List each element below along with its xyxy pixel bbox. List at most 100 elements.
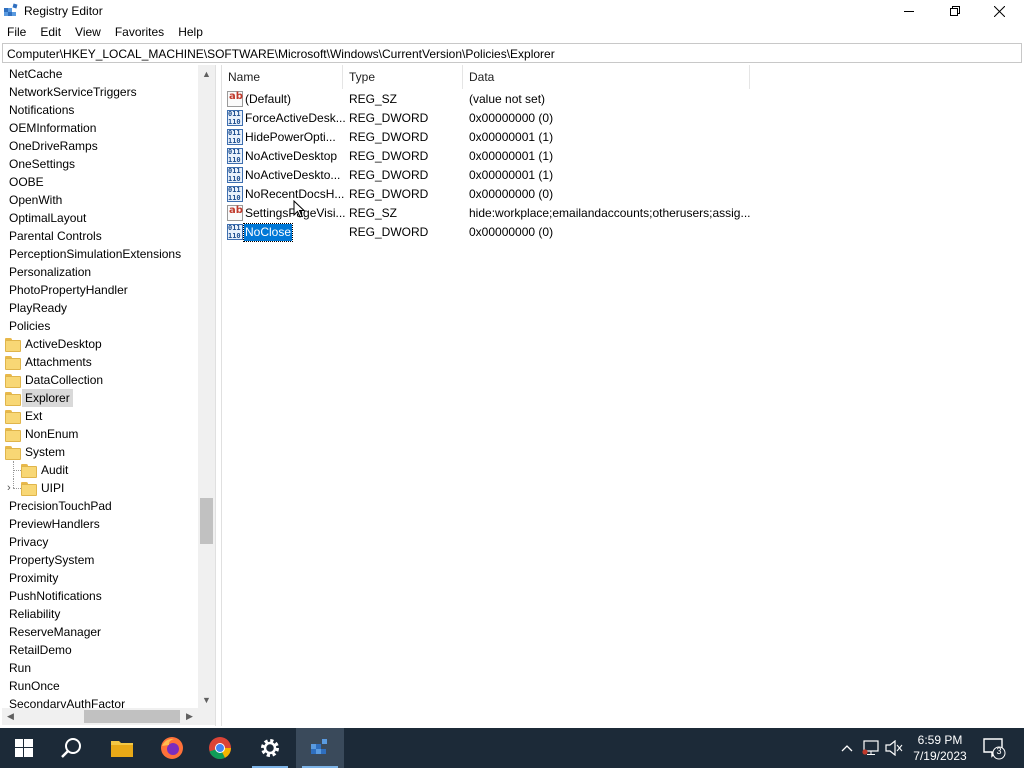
- tree-item[interactable]: Personalization: [2, 263, 198, 281]
- show-hidden-icons-button[interactable]: [838, 728, 856, 768]
- tree-item[interactable]: OpenWith: [2, 191, 198, 209]
- key-tree: NetCache NetworkServiceTriggers Notificati…: [2, 65, 198, 713]
- tree-hscroll-thumb[interactable]: [84, 710, 180, 723]
- column-header-name[interactable]: Name: [222, 65, 343, 89]
- settings-icon: [261, 739, 279, 757]
- menu-favorites[interactable]: Favorites: [108, 22, 171, 42]
- volume-tray-button[interactable]: [884, 728, 904, 768]
- values-pane[interactable]: Name Type Data ab (Default) REG_SZ (value n…: [221, 65, 1022, 726]
- scroll-right-arrow-icon[interactable]: ▶: [181, 708, 198, 725]
- tree-item[interactable]: Run: [2, 659, 198, 677]
- tree-item[interactable]: Policies: [2, 317, 198, 335]
- tree-item[interactable]: PreviewHandlers: [2, 515, 198, 533]
- tree-item[interactable]: PlayReady: [2, 299, 198, 317]
- firefox-button[interactable]: [148, 728, 196, 768]
- key-tree-pane[interactable]: NetCache NetworkServiceTriggers Notificati…: [2, 65, 216, 726]
- tree-item-label: Attachments: [25, 355, 92, 369]
- tree-item[interactable]: Ext: [2, 407, 198, 425]
- start-button[interactable]: [0, 728, 48, 768]
- value-row[interactable]: 011 110 HidePowerOpti... REG_DWORD 0x0000000…: [222, 128, 1022, 147]
- value-type: REG_DWORD: [349, 149, 429, 163]
- tree-item[interactable]: NetworkServiceTriggers: [2, 83, 198, 101]
- tree-item[interactable]: Reliability: [2, 605, 198, 623]
- search-button[interactable]: [48, 728, 96, 768]
- value-row[interactable]: 011 110 NoRecentDocsH... REG_DWORD 0x0000000…: [222, 185, 1022, 204]
- column-header-type[interactable]: Type: [343, 65, 463, 89]
- tree-item[interactable]: NetCache: [2, 65, 198, 83]
- tree-horizontal-scrollbar[interactable]: ◀ ▶: [2, 708, 198, 725]
- value-row[interactable]: abSettingsPageVisi...REG_SZhide:workplac…: [222, 204, 1022, 223]
- tree-item[interactable]: RetailDemo: [2, 641, 198, 659]
- network-tray-button[interactable]: [860, 728, 882, 768]
- value-row[interactable]: ab (Default) REG_SZ (value not set): [222, 90, 1022, 109]
- tree-item[interactable]: PropertySystem: [2, 551, 198, 569]
- folder-icon: [21, 481, 37, 496]
- tree-item[interactable]: PrecisionTouchPad: [2, 497, 198, 515]
- tree-item-label: Reliability: [9, 607, 61, 621]
- tree-item[interactable]: DataCollection: [2, 371, 198, 389]
- action-center-button[interactable]: 3: [982, 736, 1006, 760]
- tree-item-label: Ext: [25, 409, 43, 423]
- value-row[interactable]: 011 110 NoActiveDeskto... REG_DWORD 0x000000…: [222, 166, 1022, 185]
- close-button[interactable]: [976, 0, 1022, 22]
- tree-item[interactable]: OneSettings: [2, 155, 198, 173]
- file-explorer-button[interactable]: [98, 728, 146, 768]
- value-row[interactable]: 011 110 NoClose REG_DWORD 0x00000000 (0): [222, 223, 1022, 242]
- folder-icon: [5, 337, 21, 352]
- tree-item[interactable]: Notifications: [2, 101, 198, 119]
- menu-bar: File Edit View Favorites Help: [0, 22, 1024, 42]
- tree-item[interactable]: Explorer: [2, 389, 198, 407]
- tree-item[interactable]: Proximity: [2, 569, 198, 587]
- tree-item[interactable]: Parental Controls: [2, 227, 198, 245]
- tree-item[interactable]: Privacy: [2, 533, 198, 551]
- registry-editor-taskbar-button[interactable]: [296, 728, 344, 768]
- taskbar-clock[interactable]: 6:59 PM 7/19/2023: [904, 732, 976, 764]
- column-header-data[interactable]: Data: [463, 65, 750, 89]
- mouse-cursor-icon: [293, 200, 305, 218]
- menu-file[interactable]: File: [0, 22, 33, 42]
- menu-view[interactable]: View: [68, 22, 108, 42]
- tree-item[interactable]: OOBE: [2, 173, 198, 191]
- tree-item[interactable]: ReserveManager: [2, 623, 198, 641]
- chevron-right-icon[interactable]: ›: [7, 479, 17, 497]
- value-row[interactable]: 011 110 NoActiveDesktop REG_DWORD 0x00000001…: [222, 147, 1022, 166]
- tree-item[interactable]: OEMInformation: [2, 119, 198, 137]
- value-name: (Default): [245, 92, 292, 106]
- tree-item-label: Privacy: [9, 535, 49, 549]
- scroll-left-arrow-icon[interactable]: ◀: [2, 708, 19, 725]
- tree-item[interactable]: OptimalLayout: [2, 209, 198, 227]
- tree-item[interactable]: PhotoPropertyHandler: [2, 281, 198, 299]
- tree-item[interactable]: ActiveDesktop: [2, 335, 198, 353]
- tree-item[interactable]: PerceptionSimulationExtensions: [2, 245, 198, 263]
- tree-item[interactable]: Audit: [2, 461, 198, 479]
- tree-item[interactable]: OneDriveRamps: [2, 137, 198, 155]
- tree-item-label: NonEnum: [25, 427, 79, 441]
- settings-button[interactable]: [246, 728, 294, 768]
- tree-item-label: PrecisionTouchPad: [9, 499, 112, 513]
- value-row[interactable]: 011 110 ForceActiveDesk... REG_DWORD 0x00000…: [222, 109, 1022, 128]
- tree-item[interactable]: Attachments: [2, 353, 198, 371]
- address-bar[interactable]: Computer\HKEY_LOCAL_MACHINE\SOFTWARE\Mic…: [2, 43, 1022, 63]
- tree-item-label: PhotoPropertyHandler: [9, 283, 128, 297]
- tree-item[interactable]: NonEnum: [2, 425, 198, 443]
- tree-item[interactable]: PushNotifications: [2, 587, 198, 605]
- tree-vertical-scrollbar[interactable]: ▲ ▼: [198, 65, 215, 708]
- chrome-button[interactable]: [196, 728, 244, 768]
- tree-item[interactable]: RunOnce: [2, 677, 198, 695]
- tree-item[interactable]: › UIPI: [2, 479, 198, 497]
- scroll-down-arrow-icon[interactable]: ▼: [198, 691, 215, 708]
- value-type: REG_DWORD: [349, 111, 429, 125]
- menu-edit[interactable]: Edit: [33, 22, 68, 42]
- registry-editor-icon: [311, 739, 327, 754]
- tree-item-label: NetCache: [9, 67, 63, 81]
- tree-connector: [13, 470, 21, 471]
- tree-item-label: RunOnce: [9, 679, 60, 693]
- tree-item[interactable]: System: [2, 443, 198, 461]
- tree-scroll-thumb[interactable]: [200, 498, 213, 544]
- folder-icon: [5, 355, 21, 370]
- minimize-button[interactable]: [886, 0, 932, 22]
- scroll-up-arrow-icon[interactable]: ▲: [198, 65, 215, 82]
- binary-value-icon: 011 110: [227, 224, 243, 240]
- restore-button[interactable]: [932, 0, 978, 22]
- menu-help[interactable]: Help: [171, 22, 210, 42]
